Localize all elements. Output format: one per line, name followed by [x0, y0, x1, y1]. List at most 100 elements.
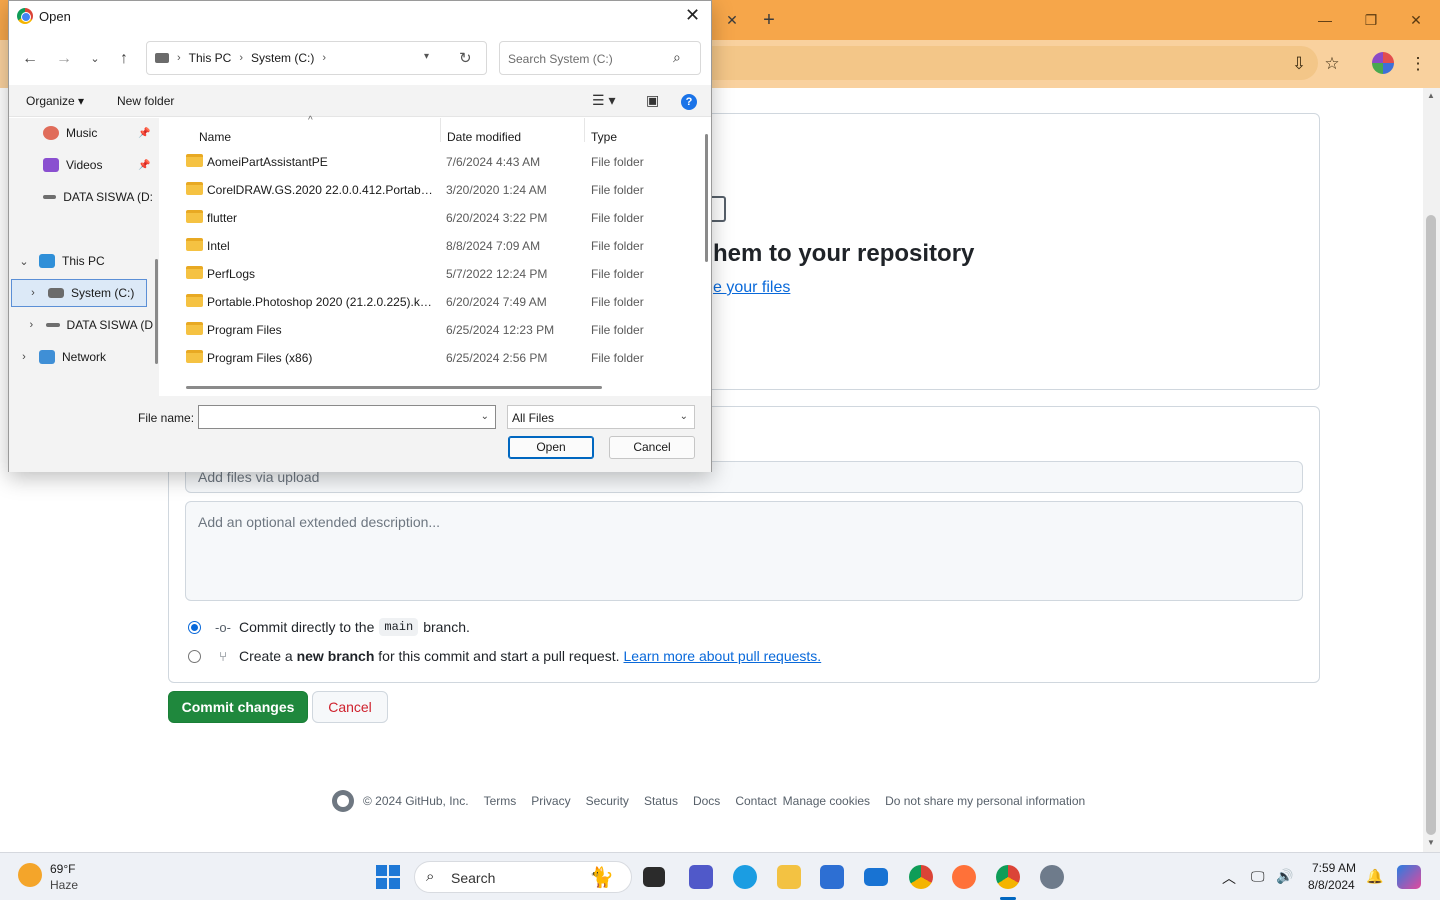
microsoft-store-icon[interactable] [820, 865, 844, 889]
recent-locations-chevron-icon[interactable]: ⌄ [84, 48, 106, 70]
new-tab-button[interactable]: + [757, 8, 781, 32]
task-view-icon[interactable] [643, 867, 665, 887]
address-bar[interactable] [690, 46, 1318, 80]
file-row[interactable]: Program Files 6/25/2024 12:23 PM File fo… [186, 315, 696, 343]
breadcrumb-system-c[interactable]: System (C:) [251, 51, 314, 65]
chrome-active-icon[interactable] [996, 865, 1020, 889]
dialog-search-input[interactable]: Search System (C:) ⌕ [499, 41, 701, 75]
file-row[interactable]: Program Files (x86) 6/25/2024 2:56 PM Fi… [186, 343, 696, 371]
help-icon[interactable]: ? [681, 94, 697, 110]
weather-condition[interactable]: Haze [50, 878, 78, 892]
commit-description-textarea[interactable]: Add an optional extended description... [185, 501, 1303, 601]
page-scrollbar-thumb[interactable] [1426, 215, 1436, 835]
settings-icon[interactable] [1040, 865, 1064, 889]
commit-direct-radio[interactable] [188, 620, 201, 634]
refresh-icon[interactable]: ↻ [459, 49, 472, 67]
address-breadcrumb-bar[interactable]: › This PC › System (C:) › ▾ ↻ [146, 41, 487, 75]
file-type-select[interactable]: All Files ⌄ [507, 405, 695, 429]
nav-item-videos[interactable]: Videos 📌 [43, 151, 153, 179]
back-arrow-icon[interactable]: ← [19, 48, 41, 70]
edge-icon[interactable] [733, 865, 757, 889]
footer-link-status[interactable]: Status [644, 794, 678, 808]
file-row[interactable]: Intel 8/8/2024 7:09 AM File folder [186, 231, 696, 259]
collapsed-chevron-icon[interactable]: › [28, 287, 38, 299]
copilot-icon[interactable] [1397, 865, 1421, 889]
nav-item-data-siswa[interactable]: › DATA SISWA (D [27, 311, 154, 339]
scroll-down-icon[interactable]: ▼ [1426, 838, 1436, 847]
notification-bell-icon[interactable]: 🔔 [1366, 868, 1383, 885]
file-list-horizontal-scrollbar[interactable] [186, 386, 602, 389]
column-divider[interactable] [584, 118, 585, 142]
collapsed-chevron-icon[interactable]: › [19, 351, 29, 363]
file-row[interactable]: PerfLogs 5/7/2022 12:24 PM File folder [186, 259, 696, 287]
taskbar-search[interactable]: ⌕ Search 🐈 [414, 861, 632, 893]
footer-link-contact[interactable]: Contact [735, 794, 776, 808]
volume-icon[interactable]: 🔊 [1276, 868, 1293, 885]
footer-link-do-not-share[interactable]: Do not share my personal information [885, 794, 1085, 808]
firefox-icon[interactable] [952, 865, 976, 889]
chrome-icon[interactable] [909, 865, 933, 889]
new-branch-radio[interactable] [188, 649, 201, 663]
file-row[interactable]: flutter 6/20/2024 3:22 PM File folder [186, 203, 696, 231]
forward-arrow-icon[interactable]: → [53, 48, 75, 70]
footer-link-docs[interactable]: Docs [693, 794, 720, 808]
nav-item-system-c[interactable]: › System (C:) [11, 279, 147, 307]
address-dropdown-chevron-icon[interactable]: ▾ [424, 51, 429, 62]
tab-close-button[interactable]: ✕ [722, 10, 742, 30]
nav-item-this-pc[interactable]: ⌄ This PC [19, 247, 153, 275]
column-divider[interactable] [440, 118, 441, 142]
up-arrow-icon[interactable]: ↑ [113, 48, 135, 70]
column-name[interactable]: Name [199, 130, 231, 144]
profile-avatar[interactable] [1372, 52, 1394, 74]
preview-pane-icon[interactable]: ▣ [646, 92, 659, 109]
nav-item-music[interactable]: Music 📌 [43, 119, 153, 147]
file-row[interactable]: CorelDRAW.GS.2020 22.0.0.412.Portable.x.… [186, 175, 696, 203]
minimize-button[interactable]: — [1313, 8, 1337, 32]
clock-date[interactable]: 8/8/2024 [1308, 878, 1355, 892]
nav-item-network[interactable]: › Network [19, 343, 153, 371]
menu-dots-icon[interactable]: ⋮ [1406, 52, 1430, 76]
column-type[interactable]: Type [591, 130, 617, 144]
dialog-cancel-button[interactable]: Cancel [609, 436, 695, 459]
chevron-down-icon[interactable]: ⌄ [481, 411, 489, 422]
commit-changes-button[interactable]: Commit changes [168, 691, 308, 723]
teams-icon[interactable] [689, 865, 713, 889]
install-app-icon[interactable]: ⇩ [1287, 52, 1311, 76]
choose-files-link[interactable]: e your files [713, 279, 790, 297]
expanded-chevron-icon[interactable]: ⌄ [19, 255, 29, 268]
mail-icon[interactable] [864, 868, 888, 886]
pull-request-docs-link[interactable]: Learn more about pull requests. [624, 648, 822, 664]
weather-haze-icon[interactable] [18, 863, 42, 887]
cancel-button[interactable]: Cancel [312, 691, 388, 723]
open-button[interactable]: Open [508, 436, 594, 459]
network-icon[interactable]: 🖵 [1251, 868, 1265, 885]
file-list-vertical-scrollbar[interactable] [705, 134, 708, 262]
view-options-icon[interactable]: ☰ ▾ [592, 92, 615, 109]
start-button[interactable] [376, 865, 400, 889]
bookmark-star-icon[interactable]: ☆ [1320, 52, 1344, 76]
restore-button[interactable]: ❐ [1359, 8, 1383, 32]
footer-link-manage-cookies[interactable]: Manage cookies [783, 794, 870, 808]
organize-menu[interactable]: Organize ▾ [26, 94, 84, 108]
commit-direct-option[interactable]: -o- Commit directly to the main branch. [188, 617, 470, 637]
scroll-up-icon[interactable]: ▲ [1426, 91, 1436, 100]
footer-link-terms[interactable]: Terms [484, 794, 517, 808]
close-window-button[interactable]: ✕ [1404, 8, 1428, 32]
footer-link-security[interactable]: Security [586, 794, 629, 808]
file-explorer-icon[interactable] [777, 865, 801, 889]
footer-link-privacy[interactable]: Privacy [531, 794, 570, 808]
clock-time[interactable]: 7:59 AM [1312, 861, 1356, 875]
nav-pane-scrollbar[interactable] [155, 259, 158, 364]
file-row[interactable]: Portable.Photoshop 2020 (21.2.0.225).kuy… [186, 287, 696, 315]
collapsed-chevron-icon[interactable]: › [27, 319, 36, 331]
weather-temperature[interactable]: 69°F [50, 862, 75, 876]
column-date-modified[interactable]: Date modified [447, 130, 521, 144]
show-hidden-icons-chevron-icon[interactable]: ︿ [1222, 868, 1236, 888]
new-folder-button[interactable]: New folder [117, 94, 174, 108]
new-branch-option[interactable]: ⑂ Create a new branch for this commit an… [188, 646, 821, 666]
file-row[interactable]: AomeiPartAssistantPE 7/6/2024 4:43 AM Fi… [186, 147, 696, 175]
nav-item-data-siswa-quick[interactable]: DATA SISWA (D: [43, 183, 153, 211]
dialog-close-button[interactable]: ✕ [685, 5, 700, 26]
breadcrumb-this-pc[interactable]: This PC [189, 51, 232, 65]
file-name-input[interactable]: ⌄ [198, 405, 496, 429]
